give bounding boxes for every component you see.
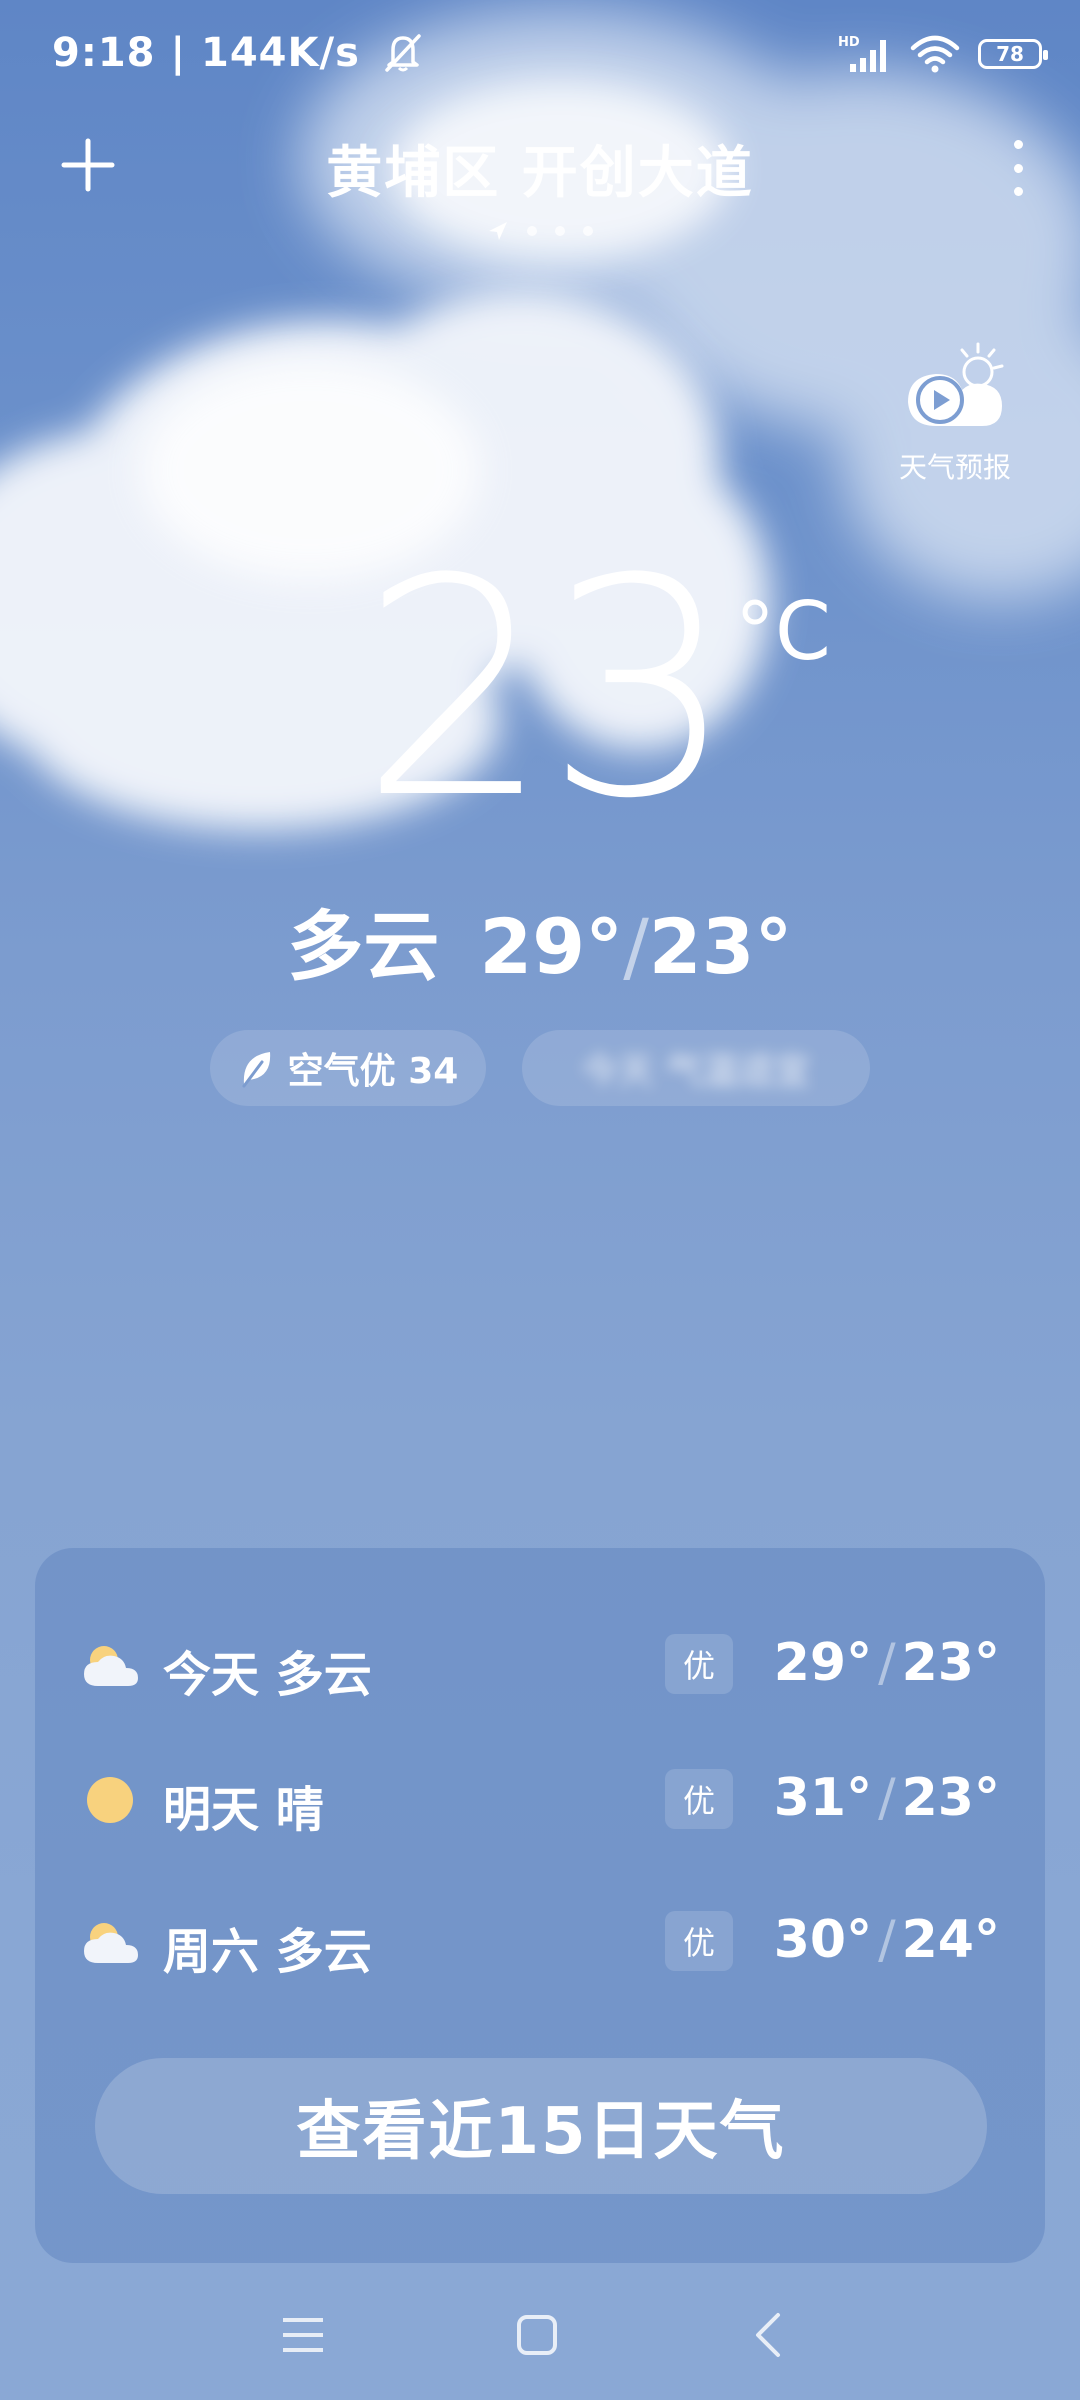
forecast-day-label: 明天 晴	[163, 1782, 324, 1838]
signal-icon: HD	[838, 35, 886, 72]
network-speed: 144K/s	[200, 30, 360, 76]
mute-bell-icon	[385, 34, 421, 72]
home-icon[interactable]	[497, 2300, 577, 2370]
status-time: 9:18	[52, 30, 156, 76]
current-condition: 多云	[287, 902, 440, 991]
today-low: 23°	[648, 902, 793, 991]
partly-cloudy-icon	[84, 1923, 138, 1963]
forecast-row-today[interactable]: 今天 多云 优 29°/23°	[35, 1620, 1045, 1710]
play-cloud-sun-icon	[908, 342, 1004, 426]
back-icon[interactable]	[730, 2300, 810, 2370]
aqi-badge: 优	[665, 1634, 733, 1694]
battery-level: 78	[996, 42, 1024, 66]
more-dot	[1013, 140, 1023, 149]
more-dot	[1013, 163, 1023, 173]
network-label: HD	[838, 35, 860, 50]
aqi-badge: 优	[665, 1911, 733, 1971]
forecast-row-saturday[interactable]: 周六 多云 优 30°/24°	[35, 1897, 1045, 1987]
more-options-button[interactable]	[1006, 140, 1030, 196]
current-temperature: 23	[360, 515, 736, 864]
forecast-temps: 29°/23°	[773, 1633, 1000, 1693]
forecast-temps: 30°/24°	[773, 1910, 1000, 1970]
page-dot	[583, 226, 593, 236]
page-dot	[555, 226, 565, 236]
more-dot	[1013, 187, 1023, 196]
aqi-badge: 优	[665, 1769, 733, 1829]
forecast-day-label: 今天 多云	[163, 1647, 372, 1703]
forecast-video-label: 天气预报	[898, 451, 1011, 484]
high-low-separator: /	[623, 902, 649, 991]
view-15-day-button[interactable]: 查看近15日天气	[95, 2058, 987, 2194]
wifi-icon	[910, 35, 960, 73]
status-icons: HD 78	[836, 32, 1048, 76]
temperature-unit: °C	[735, 585, 831, 678]
weather-tip-text: 今天 气温适宜	[581, 1051, 811, 1092]
weather-tip-pill[interactable]: 今天 气温适宜	[522, 1030, 870, 1106]
page-dot	[527, 226, 537, 236]
current-condition-line: 多云 29°/23°	[0, 885, 1080, 995]
today-high: 29°	[479, 902, 624, 991]
battery-icon: 78	[978, 39, 1048, 69]
forecast-temps: 31°/23°	[773, 1768, 1000, 1828]
location-arrow-icon	[489, 222, 507, 240]
forecast-row-tomorrow[interactable]: 明天 晴 优 31°/23°	[35, 1755, 1045, 1845]
location-title[interactable]: 黄埔区 开创大道	[0, 128, 1080, 209]
air-quality-pill[interactable]: 空气优 34	[210, 1030, 486, 1106]
air-quality-label: 空气优 34	[287, 1051, 459, 1092]
forecast-day-label: 周六 多云	[163, 1924, 372, 1980]
menu-icon[interactable]	[263, 2300, 343, 2370]
sun-icon	[87, 1777, 133, 1823]
partly-cloudy-icon	[84, 1646, 138, 1686]
status-separator: |	[170, 30, 201, 76]
weather-forecast-video-button[interactable]: 天气预报	[890, 340, 1020, 486]
leaf-icon	[242, 1052, 270, 1088]
status-bar: 9:18 | 144K/s	[52, 30, 425, 76]
page-indicator	[0, 220, 1080, 242]
